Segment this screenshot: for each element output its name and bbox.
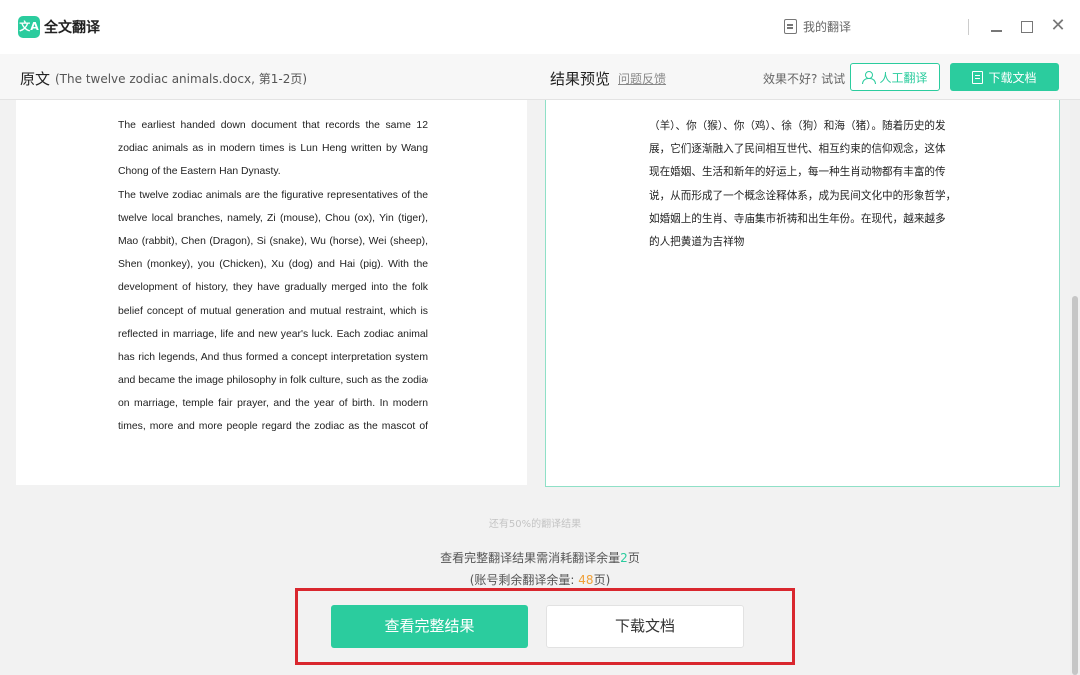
download-document-button[interactable]: 下载文档 <box>950 63 1059 91</box>
person-icon <box>862 71 877 84</box>
maximize-icon[interactable] <box>1014 14 1038 38</box>
my-translations-label: 我的翻译 <box>803 20 852 34</box>
remaining-result-note: 还有50%的翻译结果 <box>488 519 582 530</box>
quota-required-suffix: 页 <box>627 551 640 565</box>
original-line: Mao (rabbit), Chen (Dragon), Si (snake),… <box>118 235 428 247</box>
translated-line: 展，它们逐渐融入了民间相互世代、相互约束的信仰观念，这体 <box>649 143 946 156</box>
translated-text: （羊）、你（猴）、你（鸡）、徐（狗）和海（猪）。随着历史的发 展，它们逐渐融入了… <box>649 118 959 257</box>
account-quota-suffix: 页) <box>593 573 611 587</box>
human-translate-label: 人工翻译 <box>879 70 928 85</box>
app-name: 全文翻译 <box>44 20 100 36</box>
view-full-result-button[interactable]: 查看完整结果 <box>331 605 528 648</box>
translated-line: 说，从而形成了一个概念诠释体系，成为民间文化中的形象哲学， <box>649 189 957 202</box>
feedback-link[interactable]: 问题反馈 <box>618 70 666 87</box>
account-quota-pages: 48 <box>578 573 594 587</box>
download-document-bottom-button[interactable]: 下载文档 <box>546 605 744 648</box>
document-icon <box>784 19 797 34</box>
translated-line: 如婚姻上的生肖、寺庙集市祈祷和出生年份。在现代，越来越多 <box>649 212 946 225</box>
human-translate-button[interactable]: 人工翻译 <box>850 63 940 91</box>
not-good-hint: 效果不好? 试试 <box>763 72 846 86</box>
original-label: 原文 <box>20 70 51 88</box>
minimize-icon[interactable] <box>984 14 1008 38</box>
original-line: times, more and more people regard the z… <box>118 421 428 433</box>
original-line: Chong of the Eastern Han Dynasty. <box>118 166 281 178</box>
original-text: The earliest handed down document that r… <box>118 118 428 443</box>
preview-label: 结果预览 <box>550 70 611 88</box>
original-file-meta: (The twelve zodiac animals.docx, 第1-2页) <box>55 72 308 86</box>
window-controls-divider <box>968 19 969 35</box>
title-bar: 文A 全文翻译 我的翻译 ✕ <box>0 0 1080 54</box>
original-document-panel: The earliest handed down document that r… <box>16 100 527 485</box>
original-line: development of history, they have gradua… <box>118 282 428 294</box>
close-icon[interactable]: ✕ <box>1046 14 1070 38</box>
original-line: Shen (monkey), you (Chicken), Xu (dog) a… <box>118 259 428 271</box>
account-quota-text: (账号剩余翻译余量: 48页) <box>0 571 1080 588</box>
translation-preview-panel: （羊）、你（猴）、你（鸡）、徐（狗）和海（猪）。随着历史的发 展，它们逐渐融入了… <box>545 100 1060 487</box>
document-header: 原文 (The twelve zodiac animals.docx, 第1-2… <box>0 54 1080 100</box>
original-line: The earliest handed down document that r… <box>118 120 428 131</box>
translated-line: （羊）、你（猴）、你（鸡）、徐（狗）和海（猪）。随着历史的发 <box>649 120 946 132</box>
translated-line: 的人把黄道为吉祥物 <box>649 235 745 248</box>
original-line: reflected in marriage, life and new year… <box>118 328 428 340</box>
original-line: and became the image philosophy in folk … <box>118 375 428 387</box>
quota-required-pages: 2 <box>620 551 628 565</box>
download-document-label: 下载文档 <box>988 70 1037 85</box>
original-line: belief concept of mutual generation and … <box>118 305 428 317</box>
app-logo-icon: 文A <box>18 16 40 38</box>
original-line: The twelve zodiac animals are the figura… <box>118 189 428 201</box>
quota-required-prefix: 查看完整翻译结果需消耗翻译余量 <box>440 551 621 565</box>
my-translations-button[interactable]: 我的翻译 <box>784 18 851 35</box>
original-line: has rich legends, And thus formed a conc… <box>118 351 428 363</box>
original-line: zodiac animals as in modern times is Lun… <box>118 143 428 155</box>
quota-required-text: 查看完整翻译结果需消耗翻译余量2页 <box>0 549 1080 566</box>
account-quota-prefix: (账号剩余翻译余量: <box>469 573 579 587</box>
scrollbar-thumb[interactable] <box>1072 296 1078 675</box>
translated-line: 现在婚姻、生活和新年的好运上，每一种生肖动物都有丰富的传 <box>649 166 946 179</box>
document-download-icon <box>972 70 984 84</box>
original-line: on marriage, temple fair prayer, and the… <box>118 398 428 410</box>
original-line: twelve local branches, namely, Zi (mouse… <box>118 212 428 224</box>
